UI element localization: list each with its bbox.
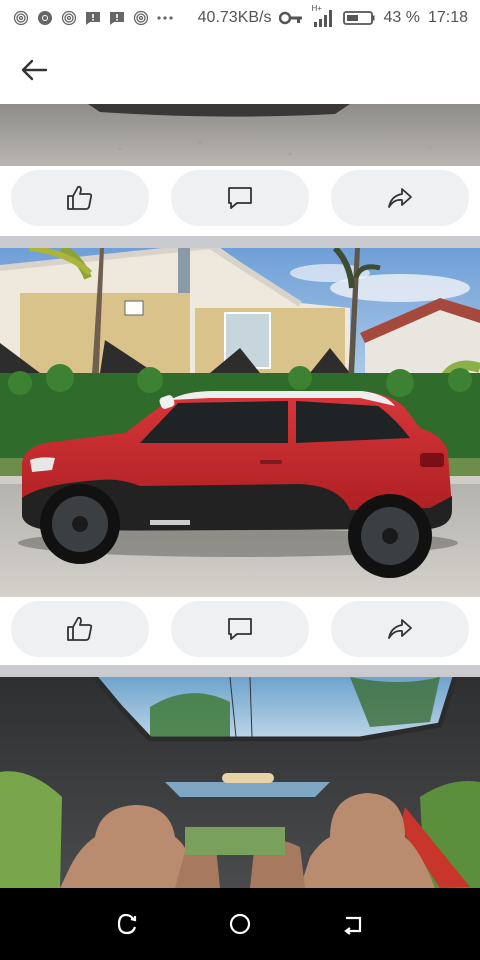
share-button[interactable]	[331, 170, 469, 226]
arrow-left-icon	[21, 59, 48, 81]
thumbs-up-icon	[67, 616, 93, 641]
post-actions	[0, 166, 480, 234]
fingerprint-icon	[60, 10, 78, 26]
vpn-key-icon	[279, 10, 303, 26]
comment-icon	[228, 618, 252, 640]
status-right: 40.73KB/s H+ 43 % 17:18	[197, 4, 468, 27]
comment-icon	[228, 187, 252, 209]
home-button[interactable]	[225, 909, 255, 939]
status-bar: 40.73KB/s H+ 43 % 17:18	[0, 0, 480, 36]
red-mini-paceman-photo	[0, 248, 480, 597]
network-speed: 40.73KB/s	[197, 9, 272, 26]
photo-feed[interactable]	[0, 104, 480, 888]
battery-percent: 43 %	[383, 9, 420, 26]
share-icon	[388, 188, 412, 208]
post-photo[interactable]	[0, 104, 480, 166]
thumbs-up-icon	[67, 185, 93, 210]
app-bar	[0, 36, 480, 104]
signal-icon: H+	[311, 4, 335, 27]
recent-apps-button[interactable]	[112, 909, 142, 939]
car-interior-sunroof-photo	[0, 677, 480, 888]
separator	[0, 665, 480, 677]
back-icon	[344, 916, 362, 935]
separator	[0, 236, 480, 248]
post-actions	[0, 597, 480, 665]
nav-back-button[interactable]	[338, 909, 368, 939]
home-icon	[229, 913, 251, 935]
like-button[interactable]	[11, 601, 149, 657]
network-type: H+	[311, 4, 322, 13]
post-photo[interactable]	[0, 677, 480, 888]
message-icon	[108, 10, 126, 26]
comment-button[interactable]	[171, 170, 309, 226]
recent-apps-icon	[117, 913, 136, 935]
post-photo[interactable]	[0, 248, 480, 597]
navigation-bar	[0, 888, 480, 960]
chrome-icon	[36, 10, 54, 26]
fingerprint-icon	[132, 10, 150, 26]
car-underside-photo	[0, 104, 480, 166]
fingerprint-icon	[12, 10, 30, 26]
like-button[interactable]	[11, 170, 149, 226]
wheel	[40, 484, 120, 564]
more-dots-icon	[156, 10, 174, 26]
message-icon	[84, 10, 102, 26]
back-button[interactable]	[16, 54, 52, 86]
clock: 17:18	[427, 9, 468, 26]
comment-button[interactable]	[171, 601, 309, 657]
notification-icons	[12, 10, 174, 26]
share-button[interactable]	[331, 601, 469, 657]
share-icon	[388, 619, 412, 639]
battery-icon	[343, 10, 375, 26]
